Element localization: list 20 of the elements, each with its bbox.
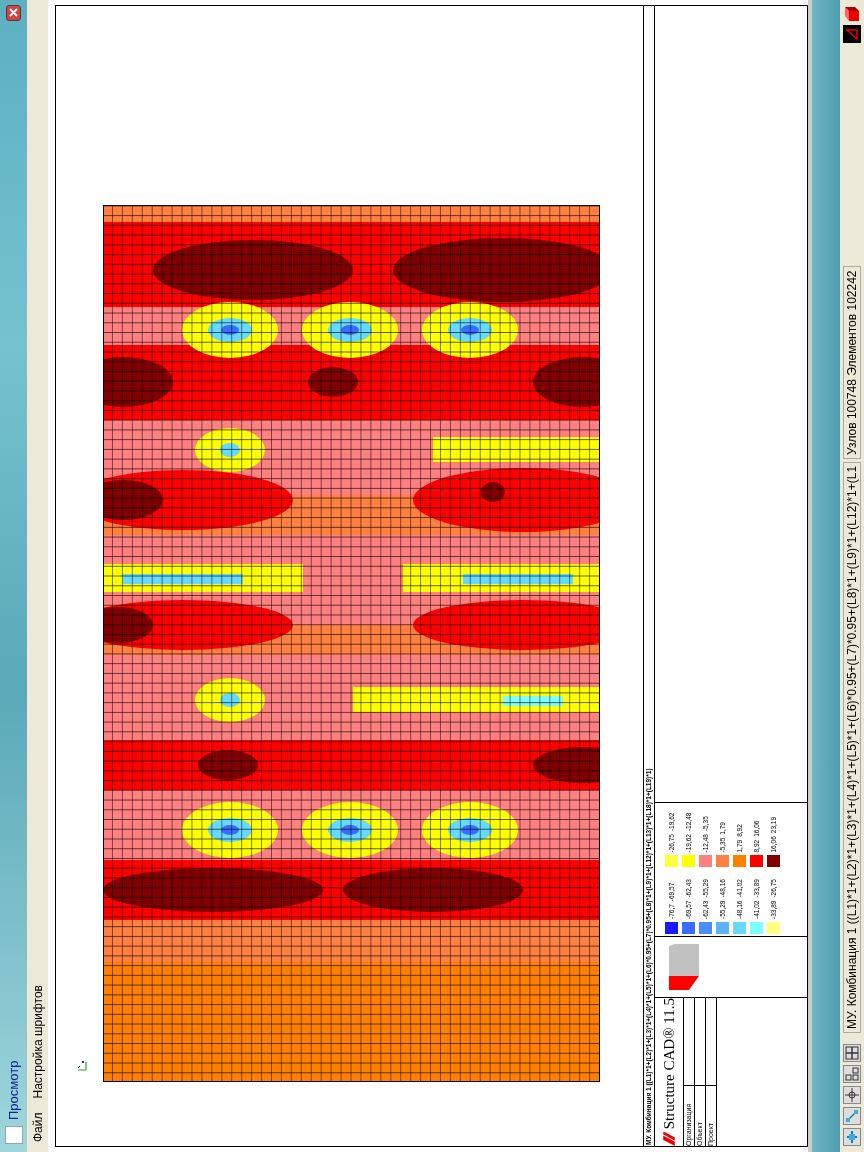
axis-icon (76, 1060, 88, 1072)
status-field: МУ. Комбинация 1 ((L1)*1+(L2)*1+(L3)*1+(L4)*1+(L5)*1+(L6)*0.95+(L7)*0.95+(L8)*1+(L9)*1+(L12)*1+(L1 (843, 461, 861, 1033)
status-field: Узлов 100748 Элементов 102242 (843, 266, 861, 459)
toolbar-button[interactable] (843, 1044, 861, 1062)
plus-icon (845, 1046, 859, 1060)
close-icon (9, 8, 18, 18)
product-name: Structure CAD® 11.5 (660, 998, 678, 1130)
node-icon (845, 1130, 859, 1144)
menu-item[interactable]: Настройка шрифтов (30, 985, 45, 1099)
grid-icon (845, 1067, 859, 1081)
menu-item[interactable]: Файл (30, 1112, 45, 1142)
close-button[interactable] (6, 5, 21, 21)
cube-icon (844, 6, 860, 22)
window-title: Просмотр (6, 1060, 21, 1120)
window-icon (4, 1126, 23, 1144)
crosshair-icon (845, 1088, 859, 1102)
cube-drawing (669, 944, 699, 990)
line-icon (845, 1109, 859, 1123)
toolbar-button[interactable] (843, 1065, 861, 1083)
toolbar-button[interactable] (843, 1086, 861, 1104)
